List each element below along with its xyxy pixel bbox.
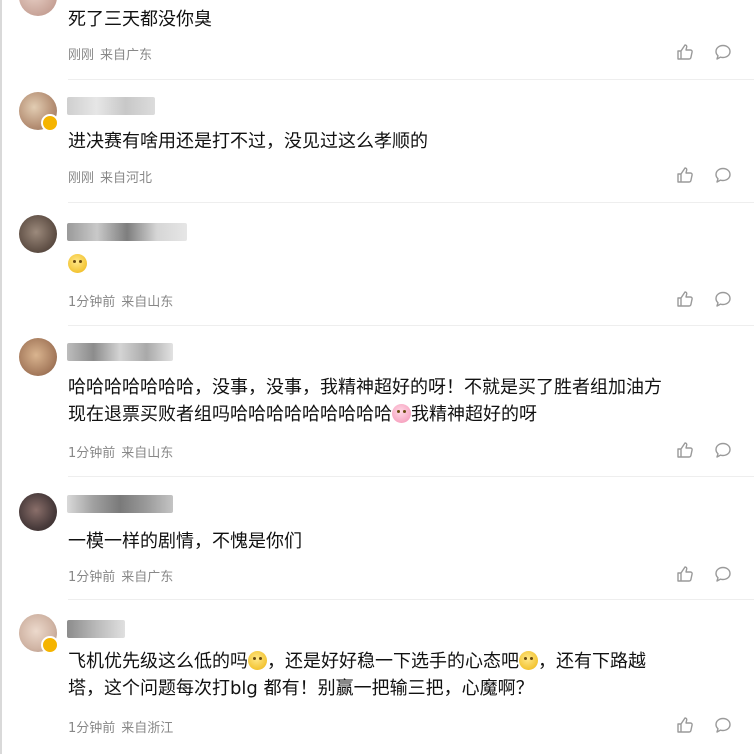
comment-item: 飞机优先级这么低的吗 ，还是好好稳一下选手的心态吧 ，还有下路越 塔，这个问题每次打…: [0, 600, 754, 754]
like-icon[interactable]: [676, 43, 694, 61]
smirk-emoji-icon: [248, 651, 267, 670]
username-blurred[interactable]: [67, 620, 125, 638]
comment-text-line: 塔，这个问题每次打blg 都有！别赢一把输三把，心魔啊？: [68, 678, 534, 699]
comment-text: 一模一样的剧情，不愧是你们: [68, 531, 302, 552]
grin-emoji-icon: [519, 651, 538, 670]
comment-text-line: 我精神超好的呀: [411, 404, 537, 425]
avatar[interactable]: [19, 614, 59, 654]
reply-icon[interactable]: [714, 43, 732, 61]
comment-location: 来自广东: [121, 570, 174, 585]
comment-text: 进决赛有啥用还是打不过，没见过这么孝顺的: [68, 131, 428, 152]
reply-icon[interactable]: [714, 565, 732, 583]
comment-text-part: 飞机优先级这么低的吗: [68, 651, 248, 672]
comment-text-part: ，还是好好稳一下选手的心态吧: [267, 651, 519, 672]
reply-icon[interactable]: [714, 716, 732, 734]
vip-badge-icon: [41, 114, 59, 132]
reply-icon[interactable]: [714, 290, 732, 308]
comment-actions: [676, 441, 732, 459]
comment-location: 来自浙江: [121, 721, 174, 736]
comment-text: 哈哈哈哈哈哈哈，没事，没事，我精神超好的呀！不就是买了胜者组加油方 现在退票买败…: [68, 374, 738, 428]
username-blurred[interactable]: [67, 97, 155, 115]
comment-actions: [676, 716, 732, 734]
comment-item: 一模一样的剧情，不愧是你们 1分钟前 来自广东: [0, 477, 754, 600]
comment-item: 死了三天都没你臭 刚刚 来自广东: [0, 0, 754, 80]
smile-emoji-icon: [68, 254, 87, 273]
comment-time: 1分钟前: [68, 295, 116, 310]
comment-item: 哈哈哈哈哈哈哈，没事，没事，我精神超好的呀！不就是买了胜者组加油方 现在退票买败…: [0, 326, 754, 477]
vip-badge-icon: [41, 636, 59, 654]
like-icon[interactable]: [676, 716, 694, 734]
comment-text-line: 哈哈哈哈哈哈哈，没事，没事，我精神超好的呀！不就是买了胜者组加油方: [68, 377, 662, 398]
like-icon[interactable]: [676, 565, 694, 583]
username-blurred[interactable]: [67, 343, 173, 361]
comment-meta: 1分钟前 来自山东: [68, 291, 173, 310]
comment-meta: 刚刚 来自广东: [68, 44, 152, 63]
comment-actions: [676, 43, 732, 61]
like-icon[interactable]: [676, 290, 694, 308]
comment-meta: 刚刚 来自河北: [68, 167, 152, 186]
comment-time: 1分钟前: [68, 446, 116, 461]
avatar[interactable]: [19, 92, 59, 132]
comment-meta: 1分钟前 来自广东: [68, 566, 173, 585]
avatar[interactable]: [19, 493, 57, 531]
pig-emoji-icon: [392, 404, 411, 423]
comment-item: 1分钟前 来自山东: [0, 203, 754, 326]
comment-location: 来自山东: [121, 295, 174, 310]
comment-item: 进决赛有啥用还是打不过，没见过这么孝顺的 刚刚 来自河北: [0, 80, 754, 203]
username-blurred[interactable]: [67, 223, 187, 241]
comment-actions: [676, 166, 732, 184]
avatar[interactable]: [19, 0, 57, 16]
comment-time: 1分钟前: [68, 721, 116, 736]
comment-time: 刚刚: [68, 48, 95, 63]
avatar[interactable]: [19, 338, 57, 376]
comment-meta: 1分钟前 来自浙江: [68, 717, 173, 736]
reply-icon[interactable]: [714, 441, 732, 459]
comment-location: 来自广东: [100, 48, 153, 63]
comment-meta: 1分钟前 来自山东: [68, 442, 173, 461]
avatar[interactable]: [19, 215, 57, 253]
reply-icon[interactable]: [714, 166, 732, 184]
username-blurred[interactable]: [67, 495, 173, 513]
like-icon[interactable]: [676, 166, 694, 184]
comment-text: 飞机优先级这么低的吗 ，还是好好稳一下选手的心态吧 ，还有下路越 塔，这个问题每次打…: [68, 648, 738, 702]
comment-text-part: ，还有下路越: [538, 651, 646, 672]
comment-location: 来自河北: [100, 171, 153, 186]
comment-time: 1分钟前: [68, 570, 116, 585]
comment-location: 来自山东: [121, 446, 174, 461]
comment-text-line: 现在退票买败者组吗哈哈哈哈哈哈哈哈哈: [68, 404, 392, 425]
comment-text: 死了三天都没你臭: [68, 9, 212, 30]
comment-actions: [676, 290, 732, 308]
like-icon[interactable]: [676, 441, 694, 459]
comment-time: 刚刚: [68, 171, 95, 186]
comment-actions: [676, 565, 732, 583]
comment-text: [68, 251, 738, 278]
